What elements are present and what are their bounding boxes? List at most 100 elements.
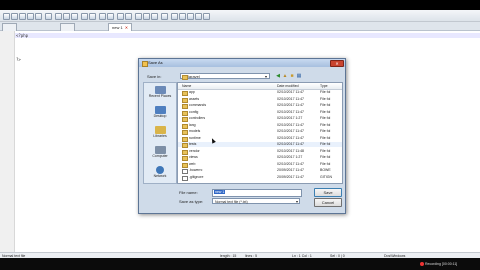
network-icon <box>156 166 164 174</box>
find-icon[interactable] <box>99 13 106 20</box>
file-type: File fol <box>320 155 331 159</box>
copy-icon[interactable] <box>63 13 70 20</box>
file-type: GITIGN <box>320 174 333 179</box>
close-icon[interactable] <box>35 13 42 20</box>
up-folder-icon[interactable]: ▲ <box>282 73 288 79</box>
indent-guide-icon[interactable] <box>161 13 168 20</box>
file-type: File fol <box>320 135 331 140</box>
desktop-icon <box>154 106 166 114</box>
paste-icon[interactable] <box>71 13 78 20</box>
file-list-row[interactable]: .gitignore 20/09/2017 11:47 GITIGN <box>178 174 342 181</box>
run-macro-multiple-icon[interactable] <box>195 13 202 20</box>
open-file-icon[interactable] <box>11 13 18 20</box>
place-network[interactable]: Network <box>144 166 176 178</box>
file-list-row[interactable]: assets 02/10/2017 11:47 File fol <box>178 96 342 103</box>
file-list-row[interactable]: runtime 02/10/2017 11:47 File fol <box>178 135 342 142</box>
undo-icon[interactable] <box>81 13 88 20</box>
print-icon[interactable] <box>45 13 52 20</box>
file-list-row[interactable]: web 02/10/2017 11:47 File fol <box>178 161 342 168</box>
tab-2[interactable] <box>60 23 75 31</box>
record-macro-icon[interactable] <box>171 13 178 20</box>
folder-icon <box>182 97 188 103</box>
column-type[interactable]: Type <box>320 83 328 89</box>
file-list-row[interactable]: tests 02/10/2017 11:47 File fol <box>178 142 342 148</box>
save-button[interactable]: Save <box>314 188 342 197</box>
code-line: ?> <box>16 57 21 62</box>
file-type: File fol <box>320 142 331 146</box>
dialog-close-button[interactable]: ✕ <box>330 60 344 67</box>
file-list-row[interactable]: app 02/10/2017 11:47 File fol <box>178 90 342 96</box>
file-type: File fol <box>320 103 331 107</box>
record-icon <box>420 262 424 267</box>
cut-icon[interactable] <box>55 13 62 20</box>
column-date-modified[interactable]: Date modified <box>277 83 299 89</box>
play-macro-icon[interactable] <box>187 13 194 20</box>
sync-scroll-icon[interactable] <box>135 13 142 20</box>
folder-icon <box>182 162 188 168</box>
file-name-value: new 1 <box>214 190 226 194</box>
cancel-button[interactable]: Cancel <box>314 198 342 207</box>
recording-text: Recording [00:00:11] <box>425 262 458 266</box>
view-menu-icon[interactable]: ▦ <box>296 73 302 79</box>
file-list-row[interactable]: .bowerrc 20/09/2017 11:47 BOWE <box>178 168 342 174</box>
save-type-label: Save as type: <box>179 199 204 204</box>
file-type: File fol <box>320 96 331 101</box>
file-name: tests <box>189 142 197 146</box>
tab-label: new 1 <box>112 25 123 30</box>
file-list[interactable]: Name Date modified Type app 02/10/2017 11… <box>177 82 343 184</box>
new-file-icon[interactable] <box>3 13 10 20</box>
file-name: .gitignore <box>189 174 204 179</box>
tab-1[interactable] <box>2 23 17 31</box>
back-icon[interactable]: ◀ <box>275 73 281 79</box>
file-date: 02/10/2017 11:48 <box>277 148 304 153</box>
file-name: views <box>189 155 198 159</box>
redo-icon[interactable] <box>89 13 96 20</box>
file-name: models <box>189 129 201 133</box>
recent-places-icon <box>154 86 166 94</box>
file-date: 02/10/2017 1:27 <box>277 116 303 120</box>
file-date: 02/10/2017 11:47 <box>277 161 304 166</box>
replace-icon[interactable] <box>107 13 114 20</box>
file-list-row[interactable]: models 02/10/2017 11:47 File fol <box>178 129 342 135</box>
tab-close-icon[interactable]: ✕ <box>125 25 128 30</box>
place-computer[interactable]: Computer <box>144 146 176 158</box>
current-line-highlight <box>15 33 480 38</box>
save-icon[interactable] <box>19 13 26 20</box>
stop-macro-icon[interactable] <box>179 13 186 20</box>
file-list-row[interactable]: commands 02/10/2017 11:47 File fol <box>178 103 342 109</box>
save-as-dialog: Save As ✕ Save in: laravel ▾ ◀ ▲ ■ ▦ Rec… <box>138 58 346 214</box>
file-name: config <box>189 109 199 114</box>
save-all-icon[interactable] <box>27 13 34 20</box>
show-all-chars-icon[interactable] <box>151 13 158 20</box>
zoom-in-icon[interactable] <box>117 13 124 20</box>
save-type-dropdown[interactable]: Normal text file (*.txt) <box>212 198 300 204</box>
save-macro-icon[interactable] <box>203 13 210 20</box>
folder-icon <box>182 130 188 135</box>
column-name[interactable]: Name <box>182 83 191 89</box>
file-name-input[interactable] <box>212 189 302 197</box>
file-icon <box>182 175 188 181</box>
new-folder-icon[interactable]: ■ <box>289 73 295 79</box>
file-list-row[interactable]: lang 02/10/2017 11:47 File fol <box>178 123 342 129</box>
word-wrap-icon[interactable] <box>143 13 150 20</box>
recording-indicator: Recording [00:00:11] <box>420 260 457 268</box>
file-name: controllers <box>189 116 206 120</box>
chevron-down-icon[interactable]: ▾ <box>296 199 298 204</box>
folder-icon <box>182 136 188 142</box>
file-list-row[interactable]: controllers 02/10/2017 1:27 File fol <box>178 116 342 122</box>
file-date: 02/10/2017 11:47 <box>277 142 304 146</box>
file-icon <box>182 169 188 174</box>
place-libraries[interactable]: Libraries <box>144 126 176 138</box>
file-name: vendor <box>189 148 200 153</box>
file-date: 02/10/2017 11:47 <box>277 96 304 101</box>
file-list-row[interactable]: views 02/10/2017 1:27 File fol <box>178 155 342 161</box>
file-date: 02/10/2017 11:47 <box>277 103 304 107</box>
chevron-down-icon[interactable]: ▾ <box>265 74 267 79</box>
file-list-row[interactable]: vendor 02/10/2017 11:48 File fol <box>178 148 342 155</box>
place-desktop[interactable]: Desktop <box>144 106 176 118</box>
save-in-dropdown[interactable]: laravel <box>180 73 270 79</box>
zoom-out-icon[interactable] <box>125 13 132 20</box>
place-recent[interactable]: Recent Places <box>144 86 176 98</box>
place-label: Computer <box>152 154 168 158</box>
file-list-row[interactable]: config 02/10/2017 11:47 File fol <box>178 109 342 116</box>
